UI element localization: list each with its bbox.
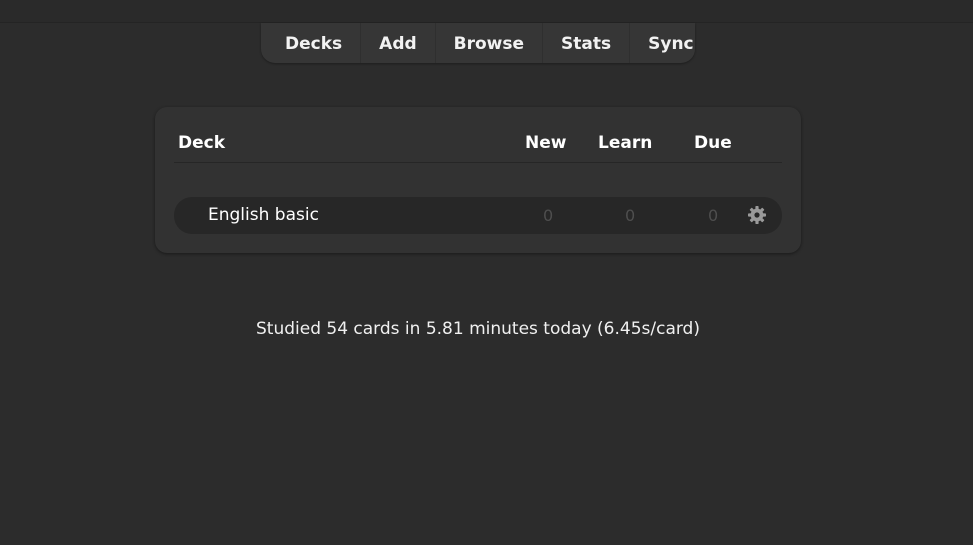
column-header-due: Due [694,133,732,153]
window-top-bar [0,0,973,23]
gear-icon[interactable] [747,205,767,225]
deck-learn-count: 0 [625,206,636,225]
toolbar-decks-button[interactable]: Decks [267,23,362,63]
deck-row-english-basic[interactable]: English basic 0 0 0 [174,197,782,234]
study-summary-text: Studied 54 cards in 5.81 minutes today (… [255,319,700,339]
toolbar-add-button[interactable]: Add [361,23,436,63]
toolbar-sync-button[interactable]: Sync [630,23,712,63]
deck-list-panel: Deck New Learn Due English basic 0 0 0 [155,107,801,253]
toolbar-browse-button[interactable]: Browse [436,23,544,63]
deck-new-count: 0 [543,206,554,225]
column-header-learn: Learn [598,133,653,153]
header-divider [174,162,782,163]
main-toolbar: Decks Add Browse Stats Sync [261,23,695,63]
deck-name-link[interactable]: English basic [208,205,319,225]
toolbar-stats-button[interactable]: Stats [543,23,631,63]
deck-due-count: 0 [708,206,719,225]
column-header-new: New [525,133,567,153]
column-header-deck: Deck [178,133,226,153]
